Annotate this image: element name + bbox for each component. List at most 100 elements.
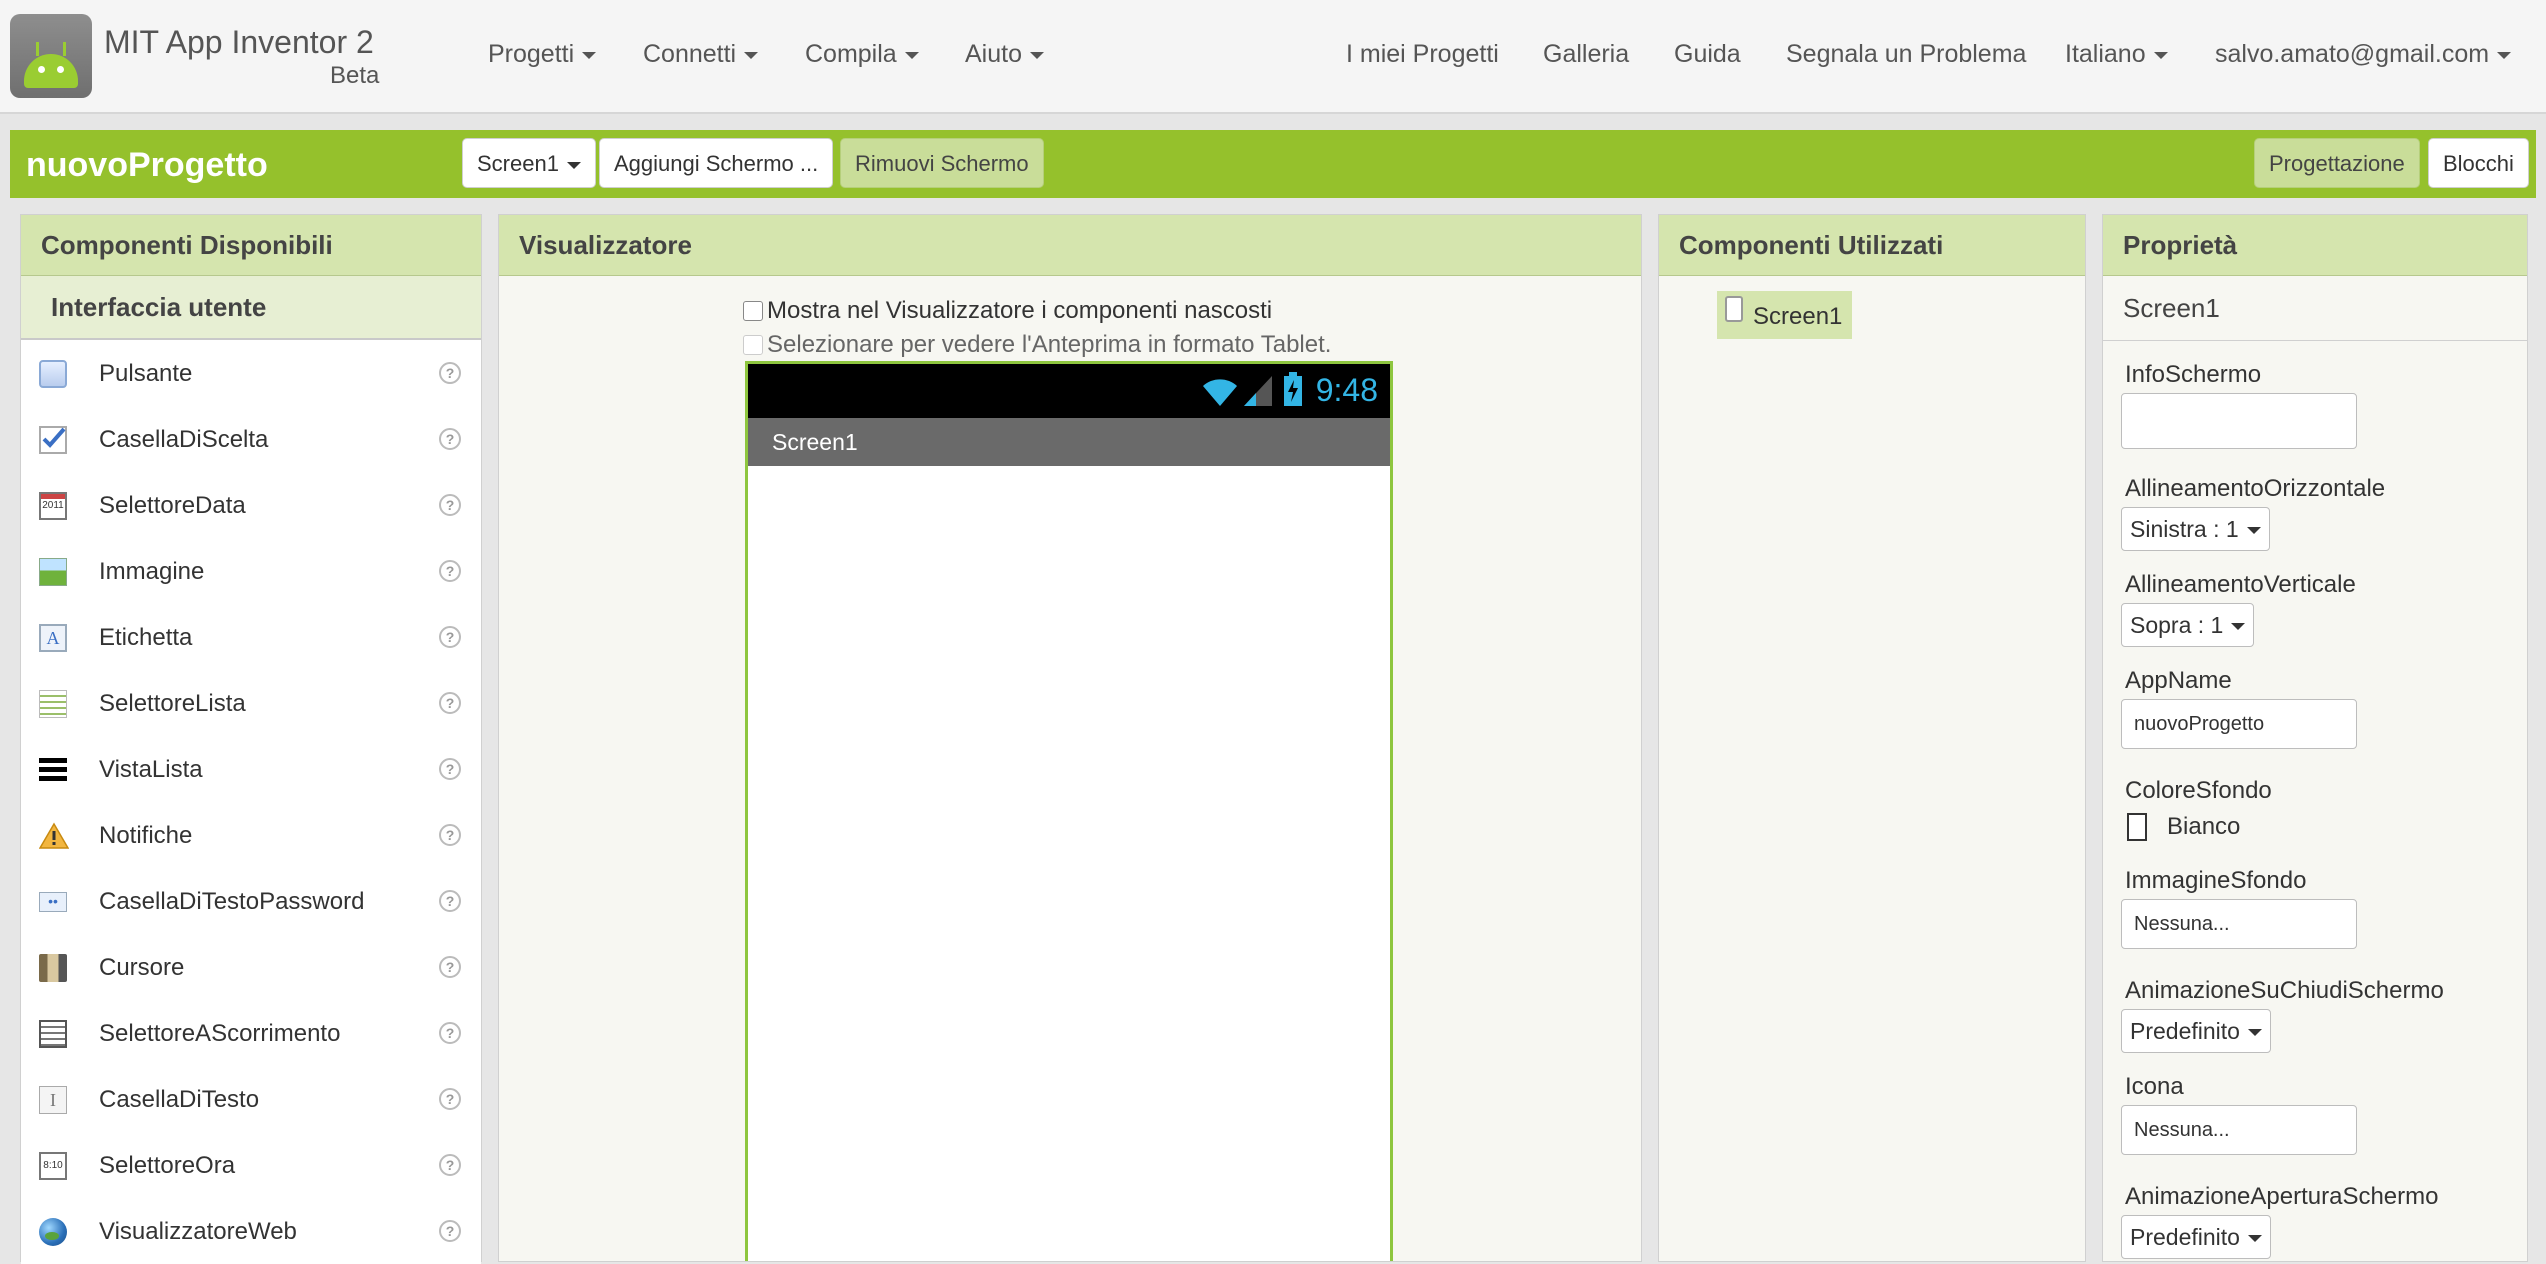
- prop-label-open-anim: AnimazioneAperturaSchermo: [2125, 1183, 2439, 1210]
- prop-label-halign: AllineamentoOrizzontale: [2125, 475, 2386, 502]
- palette-item-web-viewer[interactable]: VisualizzatoreWeb ?: [21, 1198, 481, 1264]
- top-navbar: MIT App Inventor 2 Beta Progetti Connett…: [0, 0, 2546, 114]
- chevron-down-icon: [2231, 623, 2246, 631]
- battery-icon: [1284, 372, 1302, 406]
- link-guide[interactable]: Guida: [1674, 40, 1741, 69]
- user-menu[interactable]: salvo.amato@gmail.com: [2215, 40, 2512, 69]
- help-icon[interactable]: ?: [439, 758, 461, 780]
- palette-item-spinner[interactable]: SelettoreAScorrimento ?: [21, 1000, 481, 1066]
- color-swatch-icon[interactable]: [2127, 813, 2147, 841]
- palette-item-slider[interactable]: Cursore ?: [21, 934, 481, 1000]
- phone-preview[interactable]: 9:48 Screen1: [745, 361, 1393, 1261]
- help-icon[interactable]: ?: [439, 956, 461, 978]
- palette-item-button[interactable]: Pulsante ?: [21, 340, 481, 406]
- prop-label-close-anim: AnimazioneSuChiudiSchermo: [2125, 977, 2444, 1004]
- chevron-down-icon: [2497, 51, 2512, 59]
- tablet-preview-checkbox[interactable]: [743, 335, 763, 355]
- palette-item-list-picker[interactable]: SelettoreLista ?: [21, 670, 481, 736]
- viewer-title: Visualizzatore: [499, 215, 1641, 276]
- bgcolor-value[interactable]: Bianco: [2167, 813, 2240, 841]
- designer-button[interactable]: Progettazione: [2254, 138, 2420, 188]
- palette-item-notifier[interactable]: Notifiche ?: [21, 802, 481, 868]
- palette-item-password-textbox[interactable]: •• CasellaDiTestoPassword ?: [21, 868, 481, 934]
- prop-label-valign: AllineamentoVerticale: [2125, 571, 2356, 598]
- palette-category-user-interface[interactable]: Interfaccia utente: [21, 276, 481, 340]
- help-icon[interactable]: ?: [439, 692, 461, 714]
- label-icon: A: [39, 624, 67, 652]
- palette-title: Componenti Disponibili: [21, 215, 481, 276]
- palette-item-date-picker[interactable]: 2011 SelettoreData ?: [21, 472, 481, 538]
- palette-list: Pulsante ? CasellaDiScelta ? 2011 Selett…: [21, 340, 481, 1264]
- prop-label-appname: AppName: [2125, 667, 2232, 694]
- app-title: MIT App Inventor 2: [104, 24, 374, 60]
- help-icon[interactable]: ?: [439, 1154, 461, 1176]
- menu-progetti[interactable]: Progetti: [488, 40, 597, 69]
- palette-item-checkbox[interactable]: CasellaDiScelta ?: [21, 406, 481, 472]
- chevron-down-icon: [2247, 1029, 2262, 1037]
- spinner-icon: [39, 1020, 67, 1048]
- bgimage-picker[interactable]: Nessuna...: [2121, 899, 2357, 949]
- viewer-panel: Visualizzatore Mostra nel Visualizzatore…: [498, 214, 1642, 1262]
- list-view-icon: [39, 758, 67, 782]
- help-icon[interactable]: ?: [439, 824, 461, 846]
- link-my-projects[interactable]: I miei Progetti: [1346, 40, 1499, 69]
- prop-label-bgimage: ImmagineSfondo: [2125, 867, 2307, 894]
- clock-icon: 8:10: [39, 1152, 67, 1180]
- remove-screen-button[interactable]: Rimuovi Schermo: [840, 138, 1044, 188]
- components-title: Componenti Utilizzati: [1659, 215, 2085, 276]
- phone-status-bar: 9:48: [748, 364, 1390, 418]
- info-textarea[interactable]: [2121, 393, 2357, 449]
- help-icon[interactable]: ?: [439, 1220, 461, 1242]
- app-inventor-logo-icon[interactable]: [10, 14, 92, 98]
- properties-panel: Proprietà Screen1 InfoSchermo Allineamen…: [2102, 214, 2528, 1262]
- help-icon[interactable]: ?: [439, 560, 461, 582]
- button-icon: [39, 360, 67, 388]
- help-icon[interactable]: ?: [439, 428, 461, 450]
- palette-item-textbox[interactable]: I CasellaDiTesto ?: [21, 1066, 481, 1132]
- valign-select[interactable]: Sopra : 1: [2121, 603, 2255, 647]
- app-subtitle: Beta: [330, 62, 380, 89]
- tablet-preview-option[interactable]: Selezionare per vedere l'Anteprima in fo…: [743, 331, 1331, 359]
- help-icon[interactable]: ?: [439, 494, 461, 516]
- help-icon[interactable]: ?: [439, 626, 461, 648]
- help-icon[interactable]: ?: [439, 1022, 461, 1044]
- warning-icon: [38, 822, 70, 850]
- link-report-problem[interactable]: Segnala un Problema: [1786, 40, 2026, 69]
- icon-picker[interactable]: Nessuna...: [2121, 1105, 2357, 1155]
- show-hidden-option[interactable]: Mostra nel Visualizzatore i componenti n…: [743, 297, 1272, 325]
- language-menu[interactable]: Italiano: [2065, 40, 2168, 69]
- palette-item-list-view[interactable]: VistaLista ?: [21, 736, 481, 802]
- help-icon[interactable]: ?: [439, 362, 461, 384]
- project-toolbar: nuovoProgetto Screen1 Aggiungi Schermo .…: [10, 130, 2536, 198]
- link-gallery[interactable]: Galleria: [1543, 40, 1629, 69]
- blocks-button[interactable]: Blocchi: [2428, 138, 2529, 188]
- project-name: nuovoProgetto: [26, 146, 268, 184]
- phone-clock: 9:48: [1315, 372, 1378, 408]
- tree-item-screen1[interactable]: Screen1: [1717, 291, 1853, 339]
- properties-title: Proprietà: [2103, 215, 2527, 276]
- prop-label-info: InfoSchermo: [2125, 361, 2262, 388]
- menu-aiuto[interactable]: Aiuto: [965, 40, 1044, 69]
- textbox-icon: I: [39, 1086, 67, 1114]
- help-icon[interactable]: ?: [439, 890, 461, 912]
- chevron-down-icon: [582, 51, 597, 59]
- add-screen-button[interactable]: Aggiungi Schermo ...: [599, 138, 834, 188]
- show-hidden-checkbox[interactable]: [743, 301, 763, 321]
- halign-select[interactable]: Sinistra : 1: [2121, 507, 2270, 551]
- chevron-down-icon: [2246, 527, 2261, 535]
- palette-item-label[interactable]: A Etichetta ?: [21, 604, 481, 670]
- appname-input[interactable]: nuovoProgetto: [2121, 699, 2357, 749]
- chevron-down-icon: [566, 161, 581, 169]
- open-anim-select[interactable]: Predefinito: [2121, 1215, 2271, 1259]
- phone-screen-title: Screen1: [748, 418, 1390, 466]
- palette-item-time-picker[interactable]: 8:10 SelettoreOra ?: [21, 1132, 481, 1198]
- palette-item-image[interactable]: Immagine ?: [21, 538, 481, 604]
- menu-compila[interactable]: Compila: [805, 40, 919, 69]
- chevron-down-icon: [904, 51, 919, 59]
- help-icon[interactable]: ?: [439, 1088, 461, 1110]
- menu-connetti[interactable]: Connetti: [643, 40, 759, 69]
- screen-select[interactable]: Screen1: [462, 138, 596, 188]
- prop-label-bgcolor: ColoreSfondo: [2125, 777, 2272, 804]
- chevron-down-icon: [744, 51, 759, 59]
- close-anim-select[interactable]: Predefinito: [2121, 1009, 2271, 1053]
